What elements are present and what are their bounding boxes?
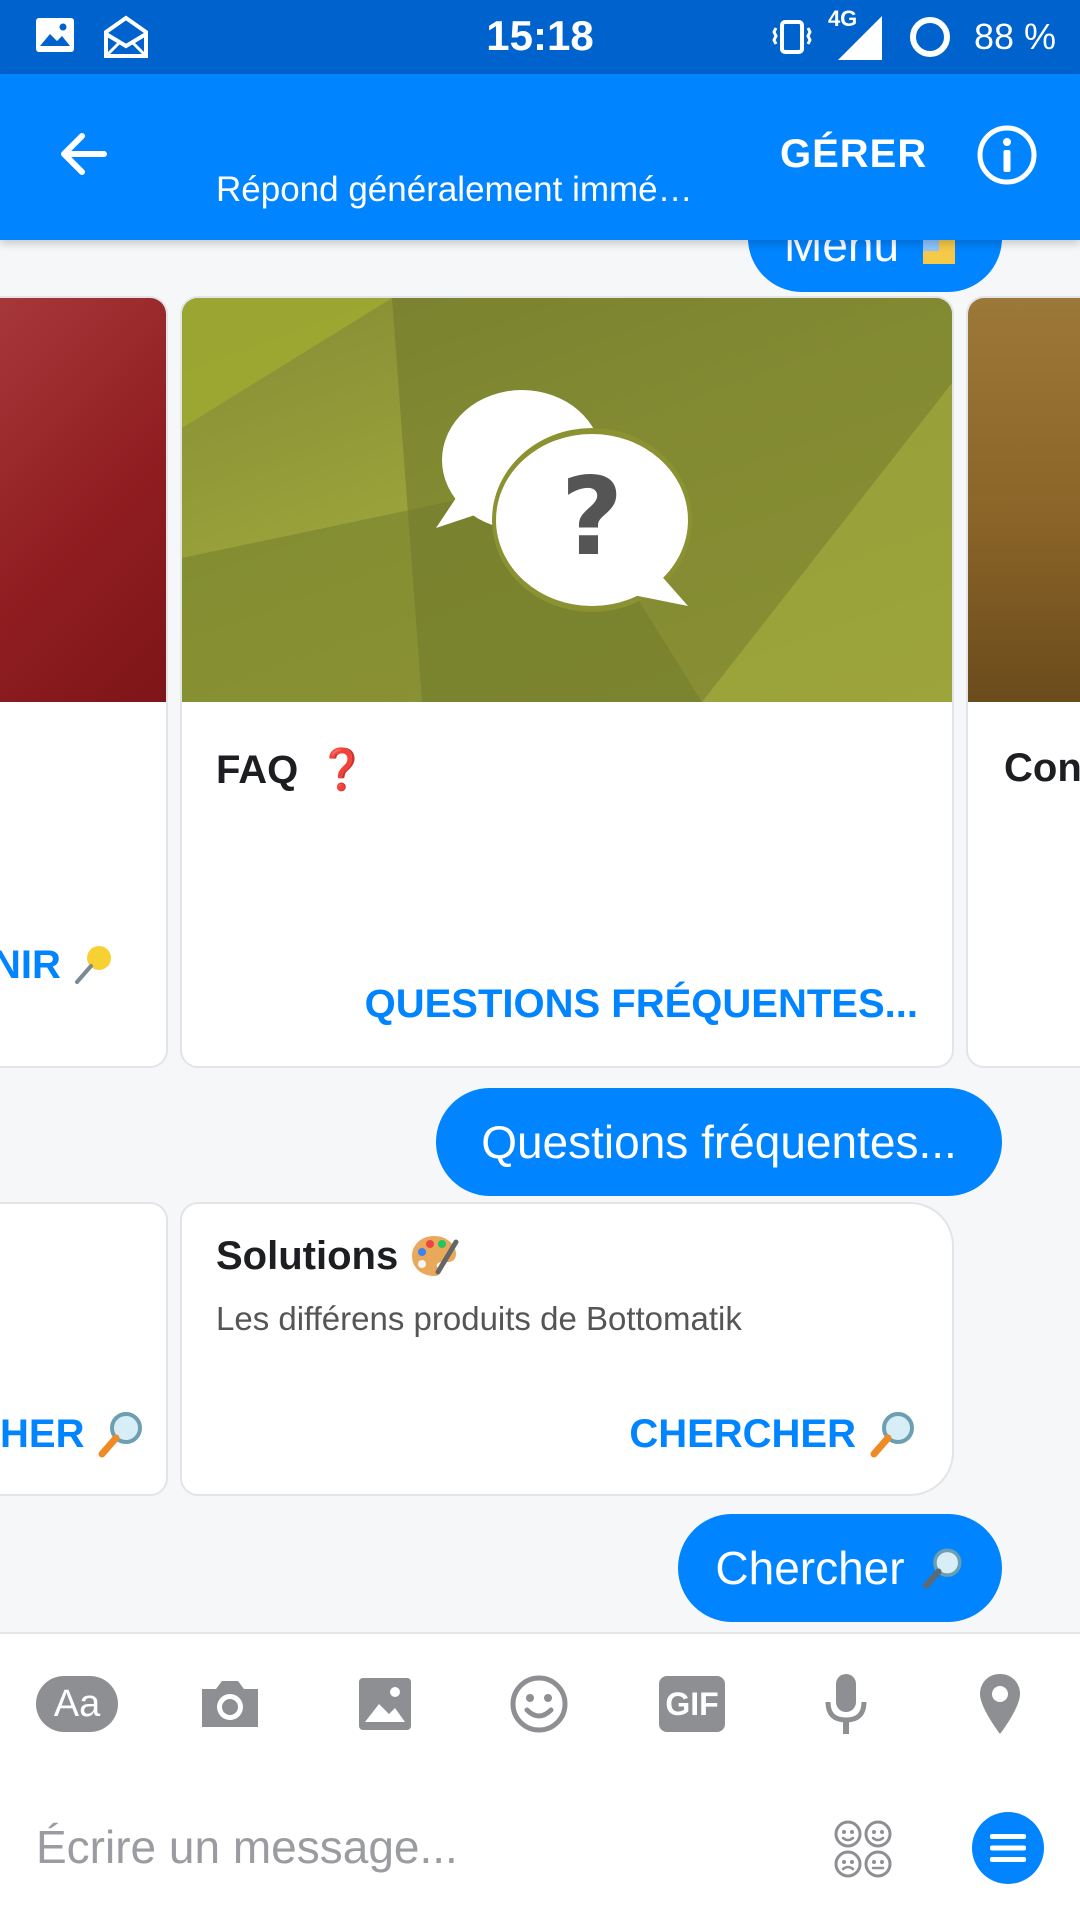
- menu-bubble: Menu: [748, 240, 1002, 292]
- hamburger-menu-icon: [990, 1834, 1026, 1862]
- message-input[interactable]: Écrire un message...: [36, 1820, 458, 1874]
- solutions-card-title: Solutions: [216, 1232, 460, 1280]
- image-icon: [359, 1678, 411, 1730]
- card-action-left[interactable]: NIR: [0, 942, 117, 988]
- microphone-icon: [825, 1674, 867, 1734]
- card-action-left-2[interactable]: HER: [0, 1408, 146, 1460]
- questions-bubble-text: Questions fréquentes...: [481, 1116, 957, 1168]
- faq-card-image: ?: [182, 298, 952, 702]
- card-image-red: [0, 298, 166, 702]
- card-action-left-text: NIR: [0, 942, 61, 987]
- camera-button[interactable]: [190, 1672, 270, 1736]
- card-title-right: Con: [1004, 746, 1080, 790]
- solutions-card-action-text: CHERCHER: [629, 1411, 856, 1456]
- gif-label: GIF: [659, 1676, 725, 1732]
- faq-card-action-text: QUESTIONS FRÉQUENTES...: [364, 982, 918, 1026]
- photo-button[interactable]: [345, 1672, 425, 1736]
- faq-card-action-button[interactable]: QUESTIONS FRÉQUENTES...: [365, 982, 918, 1027]
- location-pin-icon: [980, 1674, 1020, 1734]
- solutions-card[interactable]: Solutions Les différens produits de Bott…: [180, 1202, 954, 1496]
- card-image-brown: [968, 298, 1080, 702]
- messenger-screen: 15:18 4G 88 % Répond généralement immé… …: [0, 0, 1080, 1920]
- faq-card-title: FAQ ❓: [216, 746, 367, 793]
- magnifier-icon: [922, 1548, 962, 1589]
- pushpin-icon: [74, 946, 111, 984]
- back-arrow-icon[interactable]: [52, 122, 116, 186]
- camera-icon: [202, 1681, 258, 1727]
- svg-text:?: ?: [561, 455, 624, 580]
- magnifier-icon: [870, 1412, 914, 1458]
- smiley-icon: [510, 1675, 568, 1733]
- faq-chat-question-icon: ?: [436, 390, 692, 612]
- info-icon[interactable]: [976, 124, 1038, 186]
- faq-card[interactable]: ? FAQ ❓ QUESTIONS FRÉQUENTES...: [180, 296, 954, 1068]
- menu-emoji-icon: [923, 240, 956, 264]
- battery-percent: 88 %: [973, 16, 1056, 57]
- stickers-icon[interactable]: [832, 1818, 894, 1880]
- battery-ring-icon: [909, 17, 950, 57]
- signal-icon: [837, 16, 882, 60]
- manage-button[interactable]: GÉRER: [780, 132, 927, 177]
- response-time-subtitle: Répond généralement immé…: [216, 170, 693, 209]
- artist-palette-icon: [412, 1236, 459, 1276]
- search-bubble-text: Chercher: [715, 1542, 905, 1594]
- carousel-card-right[interactable]: Con: [966, 296, 1080, 1068]
- card-action-left-2-text: HER: [0, 1411, 85, 1456]
- voice-button[interactable]: [806, 1672, 886, 1736]
- persistent-menu-button[interactable]: [972, 1812, 1044, 1884]
- question-mark-emoji: ❓: [317, 748, 368, 792]
- composer-toolbar: Aa GIF: [0, 1632, 1080, 1772]
- search-bubble: Chercher: [678, 1514, 1002, 1622]
- location-button[interactable]: [960, 1672, 1040, 1736]
- conversation-header: Répond généralement immé… GÉRER: [0, 74, 1080, 240]
- message-list[interactable]: Menu NIR: [0, 240, 1080, 1632]
- solutions-card-action-button[interactable]: CHERCHER: [629, 1408, 918, 1460]
- carousel-card-left-2[interactable]: HER: [0, 1202, 168, 1496]
- menu-bubble-text: Menu: [784, 240, 900, 271]
- carousel-card-left[interactable]: NIR: [0, 296, 168, 1068]
- text-mode-button[interactable]: Aa: [36, 1672, 118, 1736]
- message-composer: Écrire un message...: [0, 1772, 1080, 1920]
- emoji-button[interactable]: [499, 1672, 579, 1736]
- solutions-card-description: Les différens produits de Bottomatik: [216, 1300, 742, 1337]
- solutions-card-title-text: Solutions: [216, 1233, 399, 1278]
- status-bar: 15:18 4G 88 %: [0, 0, 1080, 74]
- questions-bubble: Questions fréquentes...: [436, 1088, 1002, 1196]
- text-mode-label: Aa: [36, 1676, 118, 1732]
- magnifier-icon: [98, 1412, 143, 1458]
- vibrate-icon: [772, 20, 812, 54]
- faq-card-title-text: FAQ: [216, 748, 299, 792]
- signal-indicator: 4G: [828, 6, 886, 62]
- gif-button[interactable]: GIF: [652, 1672, 732, 1736]
